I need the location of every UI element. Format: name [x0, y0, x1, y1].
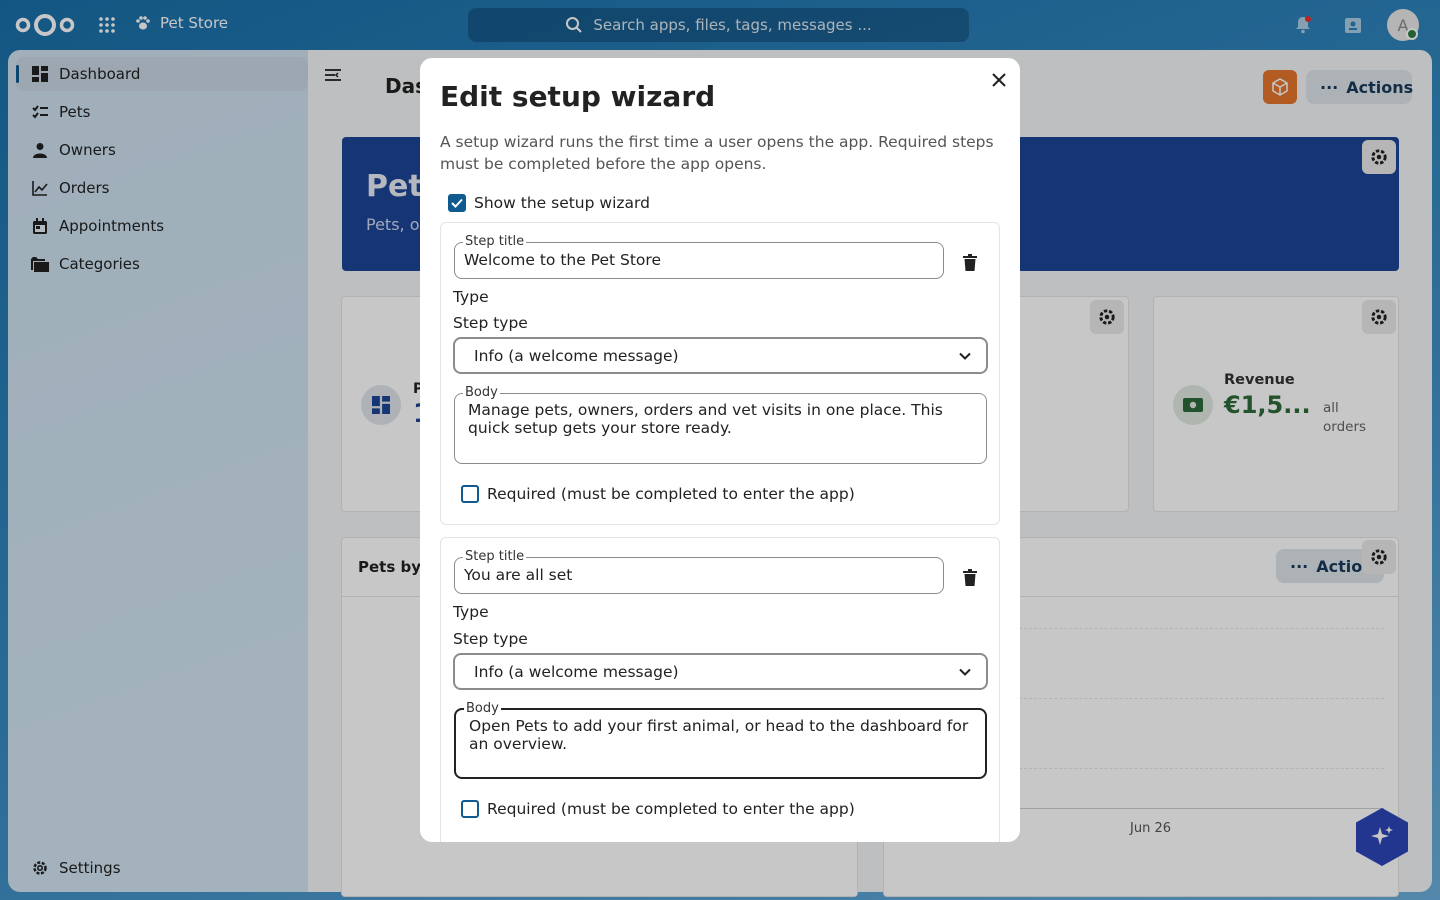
chevron-down-icon	[959, 352, 971, 360]
required-checkbox[interactable]	[461, 485, 479, 503]
show-wizard-checkbox[interactable]	[448, 194, 466, 212]
delete-step-button[interactable]	[961, 567, 979, 587]
type-heading: Type	[453, 603, 489, 621]
step-title-input[interactable]: You are all set	[464, 566, 572, 584]
step-type-select[interactable]: Info (a welcome message)	[453, 653, 988, 690]
edit-setup-wizard-dialog: Edit setup wizard A setup wizard runs th…	[420, 58, 1020, 842]
field-legend: Step title	[463, 549, 527, 565]
step-title-field[interactable]: Step title Welcome to the Pet Store	[454, 234, 944, 279]
close-icon	[992, 73, 1006, 87]
body-textarea[interactable]: Body Open Pets to add your first animal,…	[454, 701, 987, 779]
checkmark-icon	[451, 198, 463, 208]
field-legend: Body	[463, 385, 500, 401]
dialog-title: Edit setup wizard	[440, 80, 716, 113]
body-text[interactable]: Manage pets, owners, orders and vet visi…	[468, 401, 978, 437]
required-checkbox[interactable]	[461, 800, 479, 818]
wizard-step-card: Step title You are all set Type Step typ…	[440, 537, 1000, 842]
step-type-value: Info (a welcome message)	[474, 346, 679, 365]
step-type-label: Step type	[453, 630, 528, 648]
step-type-label: Step type	[453, 314, 528, 332]
trash-icon	[963, 568, 977, 586]
step-title-input[interactable]: Welcome to the Pet Store	[464, 251, 661, 269]
step-title-field[interactable]: Step title You are all set	[454, 549, 944, 594]
body-textarea[interactable]: Body Manage pets, owners, orders and vet…	[454, 385, 987, 464]
wizard-step-card: Step title Welcome to the Pet Store Type…	[440, 222, 1000, 525]
required-checkbox-row[interactable]: Required (must be completed to enter the…	[461, 485, 855, 503]
delete-step-button[interactable]	[961, 252, 979, 272]
required-label: Required (must be completed to enter the…	[487, 485, 855, 503]
body-text[interactable]: Open Pets to add your first animal, or h…	[469, 717, 979, 753]
required-checkbox-row[interactable]: Required (must be completed to enter the…	[461, 800, 855, 818]
trash-icon	[963, 253, 977, 271]
chevron-down-icon	[959, 668, 971, 676]
type-heading: Type	[453, 288, 489, 306]
close-button[interactable]	[988, 69, 1010, 91]
show-wizard-label: Show the setup wizard	[474, 194, 650, 212]
field-legend: Step title	[463, 234, 527, 250]
required-label: Required (must be completed to enter the…	[487, 800, 855, 818]
step-type-value: Info (a welcome message)	[474, 662, 679, 681]
step-type-select[interactable]: Info (a welcome message)	[453, 337, 988, 374]
field-legend: Body	[464, 701, 501, 717]
show-wizard-checkbox-row[interactable]: Show the setup wizard	[448, 194, 650, 212]
dialog-description: A setup wizard runs the first time a use…	[440, 133, 994, 173]
